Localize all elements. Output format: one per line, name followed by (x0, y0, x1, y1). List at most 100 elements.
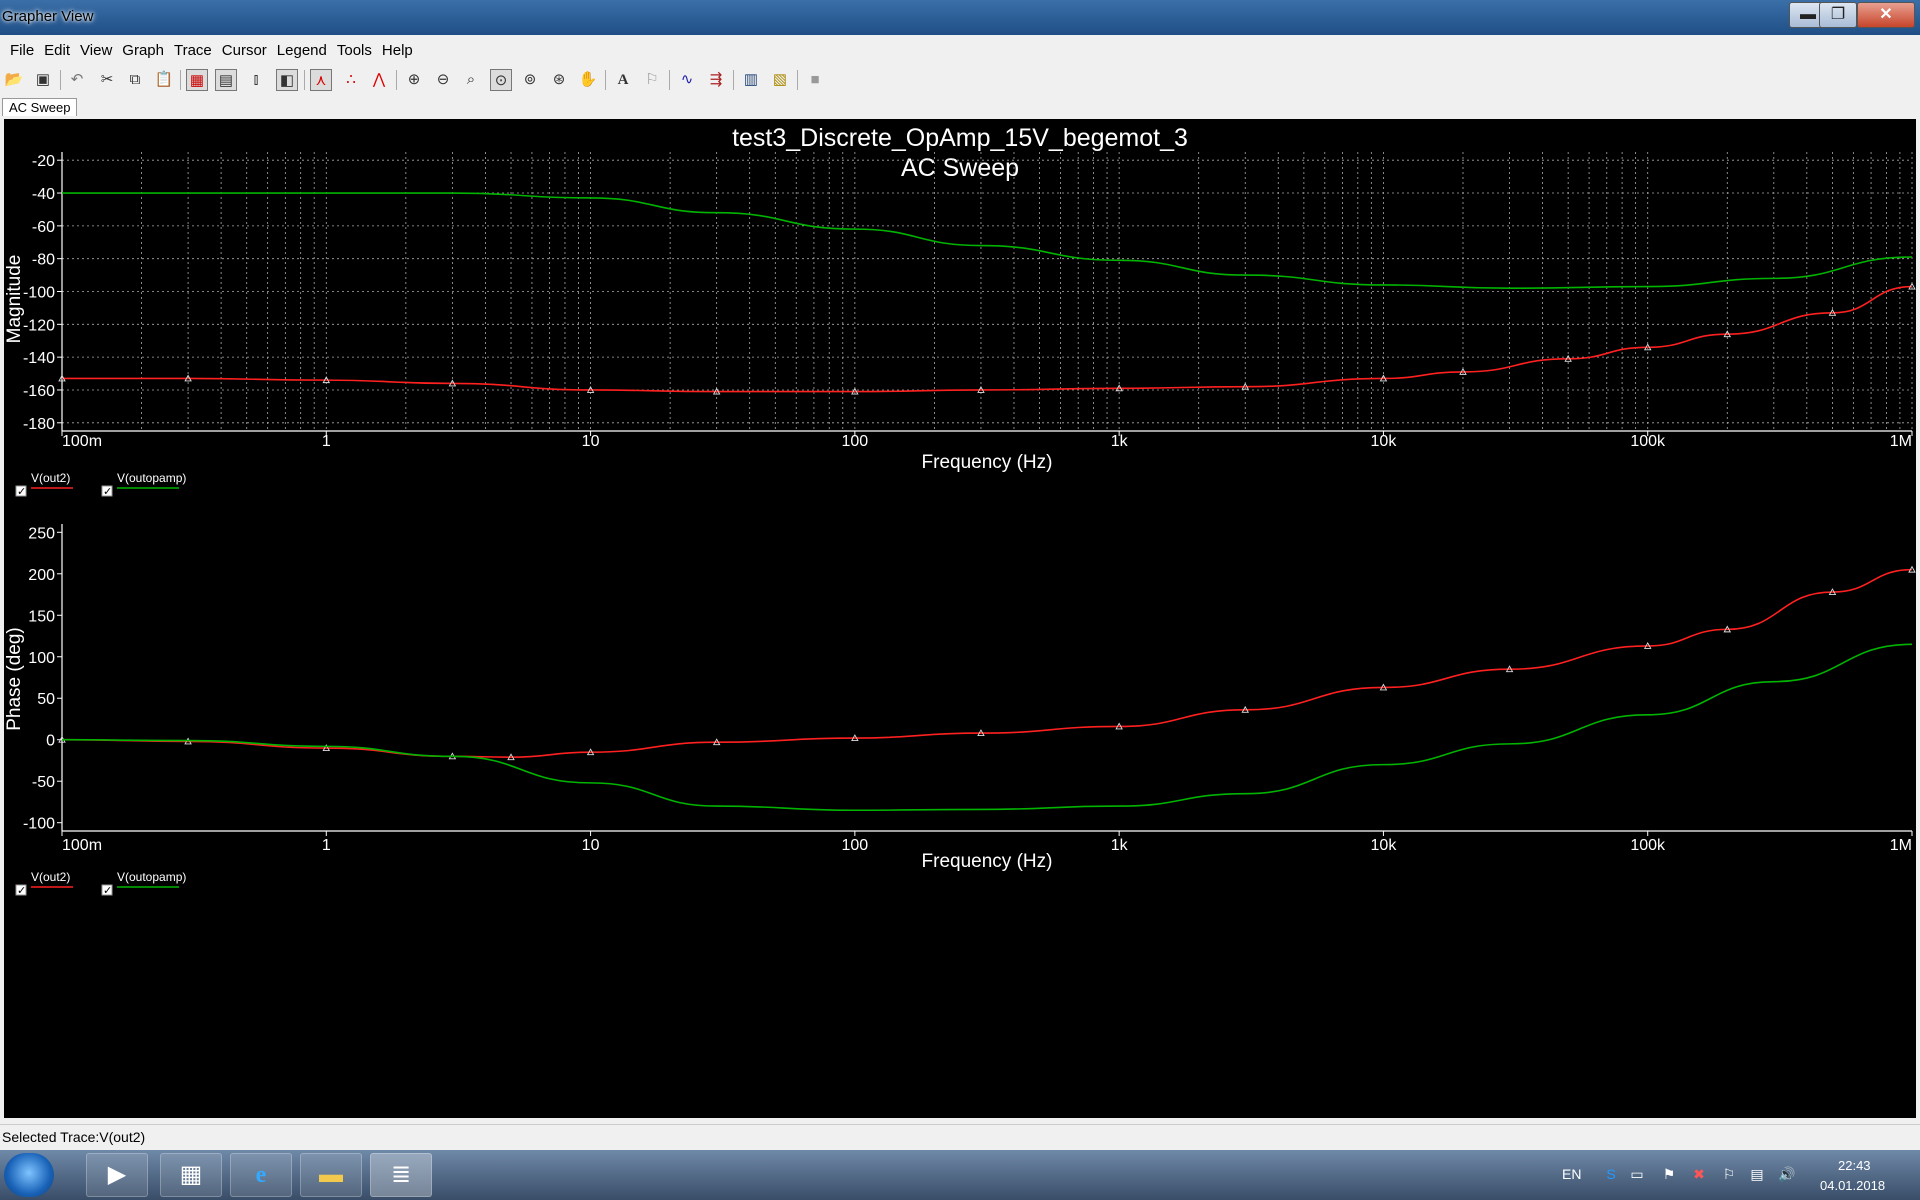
y-tick-label: -50 (32, 774, 55, 791)
y-tick-label: -20 (32, 153, 55, 170)
clock-date[interactable]: 04.01.2018 (1820, 1178, 1885, 1193)
zoom-out-icon[interactable]: ⊖ (432, 69, 454, 91)
multisim-icon[interactable]: ≣ (370, 1153, 432, 1197)
toolbar-separator (304, 70, 305, 90)
y-tick-label: 50 (37, 691, 55, 708)
magnitude-legend: ✓ V(out2) ✓ V(outopamp) (15, 471, 186, 498)
menu-view[interactable]: View (70, 38, 112, 59)
y-tick-label: 200 (28, 567, 55, 584)
zoom-in-icon[interactable]: ⊕ (403, 69, 425, 91)
plot-area: test3_Discrete_OpAmp_15V_begemot_3 AC Sw… (4, 119, 1916, 1118)
export-icon[interactable]: ⇶ (705, 69, 727, 91)
menu-edit[interactable]: Edit (34, 38, 70, 59)
copy-graph-icon[interactable]: ▥ (740, 69, 762, 91)
menu-trace[interactable]: Trace (164, 38, 212, 59)
legend-icon[interactable]: ▤ (215, 69, 237, 91)
y-tick-label: -40 (32, 186, 55, 203)
overlay-traces-icon[interactable]: ∿ (676, 69, 698, 91)
calculator-icon[interactable]: ▦ (160, 1153, 222, 1197)
toolbar-separator (396, 70, 397, 90)
open-icon[interactable]: 📂 (3, 69, 25, 91)
y-tick-label: 150 (28, 608, 55, 625)
toolbar-separator (180, 70, 181, 90)
x-tick-label: 10k (1371, 837, 1398, 854)
paste-icon[interactable]: 📋 (153, 69, 175, 91)
grid-icon[interactable]: ▦ (186, 69, 208, 91)
x-tick-label: 10 (582, 837, 600, 854)
show-cursors-icon[interactable]: ⋏ (310, 69, 332, 91)
copy-icon[interactable]: ⧉ (124, 69, 146, 91)
series-line-0[interactable] (61, 568, 1913, 758)
menu-help[interactable]: Help (372, 38, 413, 59)
menu-bar: File Edit View Graph Trace Cursor Legend Tools H… (0, 38, 1920, 64)
close-button[interactable]: ✕ (1857, 2, 1915, 28)
x-tick-label: 100m (62, 837, 102, 854)
label-icon[interactable]: ⚐ (641, 69, 663, 91)
menu-cursor[interactable]: Cursor (212, 38, 267, 59)
zoom-y-icon[interactable]: ⊛ (548, 69, 570, 91)
stop-icon[interactable]: ■ (804, 69, 826, 91)
y-tick-label: 250 (28, 525, 55, 542)
legend-label: V(outopamp) (117, 471, 186, 485)
x-tick-label: 1 (322, 837, 331, 854)
series-line-1[interactable] (62, 192, 1913, 290)
zoom-full-icon[interactable]: ⊙ (490, 69, 512, 91)
y-tick-label: -60 (32, 219, 55, 236)
start-button[interactable] (4, 1153, 54, 1197)
text-icon[interactable]: A (612, 69, 634, 91)
x-tick-label: 1M (1890, 433, 1912, 450)
toolbar-separator (669, 70, 670, 90)
legend-label: V(out2) (31, 870, 70, 884)
cut-icon[interactable]: ✂ (96, 69, 118, 91)
volume-icon[interactable]: 🔊 (1778, 1165, 1796, 1183)
menu-tools[interactable]: Tools (327, 38, 372, 59)
series-line-1[interactable] (61, 643, 1913, 812)
data-points-icon[interactable]: ⋀ (368, 69, 390, 91)
display-icon[interactable]: ▭ (1628, 1165, 1646, 1183)
antivirus-icon[interactable]: ✖ (1690, 1165, 1708, 1183)
y-tick-label: 100 (28, 650, 55, 667)
maximize-button[interactable]: ❐ (1819, 2, 1857, 28)
network-icon[interactable]: ⚑ (1660, 1165, 1678, 1183)
connection-icon[interactable]: ▤ (1748, 1165, 1766, 1183)
action-center-icon[interactable]: ⚐ (1720, 1165, 1738, 1183)
language-indicator[interactable]: EN (1562, 1166, 1581, 1182)
x-tick-label: 100 (842, 837, 869, 854)
check-icon: ✓ (17, 486, 26, 498)
y-tick-label: -100 (23, 285, 55, 302)
toolbar: 📂 ▣ ↶ ✂ ⧉ 📋 ▦ ▤ ⫾ ◧ ⋏ ∴ ⋀ ⊕ ⊖ ⌕ ⊙ ⊚ ⊛ ✋ … (0, 65, 1920, 98)
select-marks-icon[interactable]: ⫾ (245, 69, 267, 91)
paste-graph-icon[interactable]: ▧ (769, 69, 791, 91)
menu-legend[interactable]: Legend (267, 38, 327, 59)
menu-file[interactable]: File (0, 38, 34, 59)
skype-icon[interactable]: S (1602, 1165, 1620, 1183)
internet-explorer-icon[interactable]: e (230, 1153, 292, 1197)
series-line-0[interactable] (62, 285, 1913, 393)
toolbar-separator (605, 70, 606, 90)
check-icon: ✓ (103, 486, 112, 498)
media-player-icon[interactable]: ▶ (86, 1153, 148, 1197)
zoom-x-icon[interactable]: ⊚ (519, 69, 541, 91)
window-titlebar: Grapher View ▬ ❐ ✕ (0, 0, 1920, 35)
x-tick-label: 1k (1111, 837, 1129, 854)
menu-graph[interactable]: Graph (112, 38, 164, 59)
toolbar-separator (60, 70, 61, 90)
x-axis-label: Frequency (Hz) (922, 452, 1053, 473)
zoom-area-icon[interactable]: ⌕ (460, 69, 482, 91)
pan-icon[interactable]: ✋ (577, 69, 599, 91)
undo-icon[interactable]: ↶ (66, 69, 88, 91)
y-tick-label: -140 (23, 350, 55, 367)
clock-time[interactable]: 22:43 (1838, 1158, 1871, 1173)
y-tick-label: -80 (32, 252, 55, 269)
y-tick-label: -180 (23, 416, 55, 433)
invert-colors-icon[interactable]: ◧ (276, 69, 298, 91)
x-tick-label: 100 (842, 433, 869, 450)
x-tick-label: 1M (1890, 837, 1912, 854)
toolbar-separator (733, 70, 734, 90)
file-explorer-icon[interactable]: ▬ (300, 1153, 362, 1197)
data-markers-icon[interactable]: ∴ (340, 69, 362, 91)
tab-ac-sweep[interactable]: AC Sweep (2, 98, 78, 116)
save-icon[interactable]: ▣ (32, 69, 54, 91)
window-title: Grapher View (2, 8, 94, 25)
status-text: Selected Trace:V(out2) (2, 1129, 146, 1145)
